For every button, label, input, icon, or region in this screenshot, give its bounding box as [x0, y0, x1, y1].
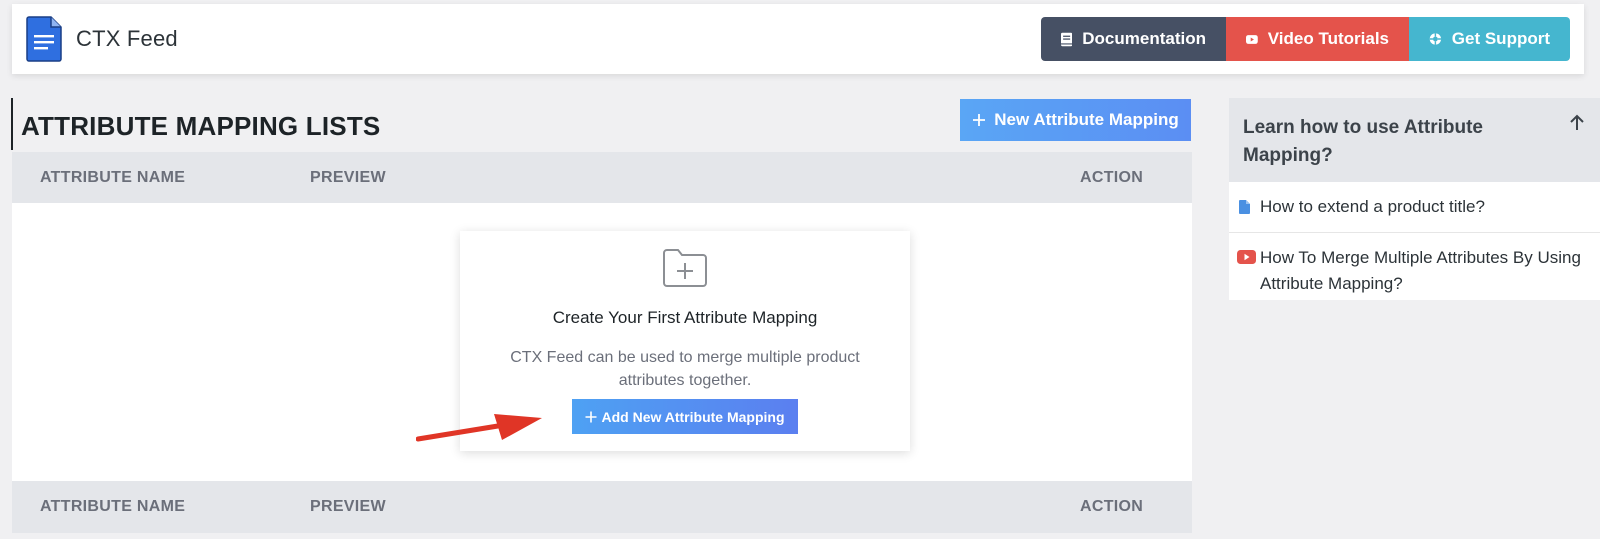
video-tutorials-button[interactable]: Video Tutorials: [1226, 17, 1409, 61]
table-footer: ATTRIBUTE NAME PREVIEW ACTION: [12, 481, 1192, 533]
youtube-icon: [1246, 34, 1258, 44]
get-support-button[interactable]: Get Support: [1409, 17, 1570, 61]
documentation-label: Documentation: [1082, 29, 1206, 48]
empty-state-description: CTX Feed can be used to merge multiple p…: [510, 349, 860, 389]
get-support-label: Get Support: [1451, 29, 1550, 48]
app-header: CTX Feed Documentation Video Tutorials G…: [12, 4, 1584, 74]
lifebuoy-icon: [1429, 33, 1442, 45]
table-header: ATTRIBUTE NAME PREVIEW ACTION: [12, 152, 1192, 203]
help-sidebar-title: Learn how to use Attribute Mapping?: [1243, 117, 1483, 166]
page-title-wrap: ATTRIBUTE MAPPING LISTS: [11, 98, 380, 150]
video-tutorials-label: Video Tutorials: [1267, 29, 1389, 48]
documentation-button[interactable]: Documentation: [1041, 17, 1226, 61]
app-title: CTX Feed: [76, 26, 178, 51]
column-footer-preview: PREVIEW: [310, 498, 386, 515]
document-logo-icon: [26, 16, 62, 62]
new-attribute-mapping-button[interactable]: New Attribute Mapping: [960, 99, 1191, 141]
column-header-attribute-name: ATTRIBUTE NAME: [40, 168, 186, 186]
new-attribute-mapping-label: New Attribute Mapping: [994, 110, 1179, 129]
folder-plus-icon: [663, 249, 707, 287]
help-sidebar: Learn how to use Attribute Mapping? How …: [1229, 98, 1600, 300]
red-arrow-annotation: [416, 414, 542, 442]
plus-icon: [973, 114, 986, 126]
book-icon: [1061, 32, 1073, 46]
add-new-attribute-mapping-button[interactable]: Add New Attribute Mapping: [572, 399, 798, 434]
document-icon: [1239, 200, 1250, 214]
help-link-merge-attributes[interactable]: How To Merge Multiple Attributes By Usin…: [1229, 232, 1600, 309]
page-title: ATTRIBUTE MAPPING LISTS: [21, 111, 381, 141]
help-link-extend-title[interactable]: How to extend a product title?: [1229, 182, 1600, 232]
arrow-up-icon[interactable]: [1568, 114, 1586, 132]
column-header-action: ACTION: [1080, 168, 1144, 186]
help-link-label: How To Merge Multiple Attributes By Usin…: [1260, 248, 1581, 293]
column-footer-action: ACTION: [1080, 498, 1144, 515]
brand: CTX Feed: [26, 16, 178, 62]
plus-icon: [585, 411, 597, 422]
youtube-icon: [1237, 250, 1256, 264]
empty-state-title: Create Your First Attribute Mapping: [552, 308, 818, 327]
column-footer-attribute-name: ATTRIBUTE NAME: [40, 498, 186, 515]
add-new-attribute-mapping-label: Add New Attribute Mapping: [601, 408, 785, 425]
column-header-preview: PREVIEW: [310, 168, 386, 186]
help-sidebar-header[interactable]: Learn how to use Attribute Mapping?: [1229, 98, 1600, 182]
help-link-label: How to extend a product title?: [1260, 197, 1485, 216]
header-actions: Documentation Video Tutorials Get Suppor…: [1041, 17, 1570, 61]
